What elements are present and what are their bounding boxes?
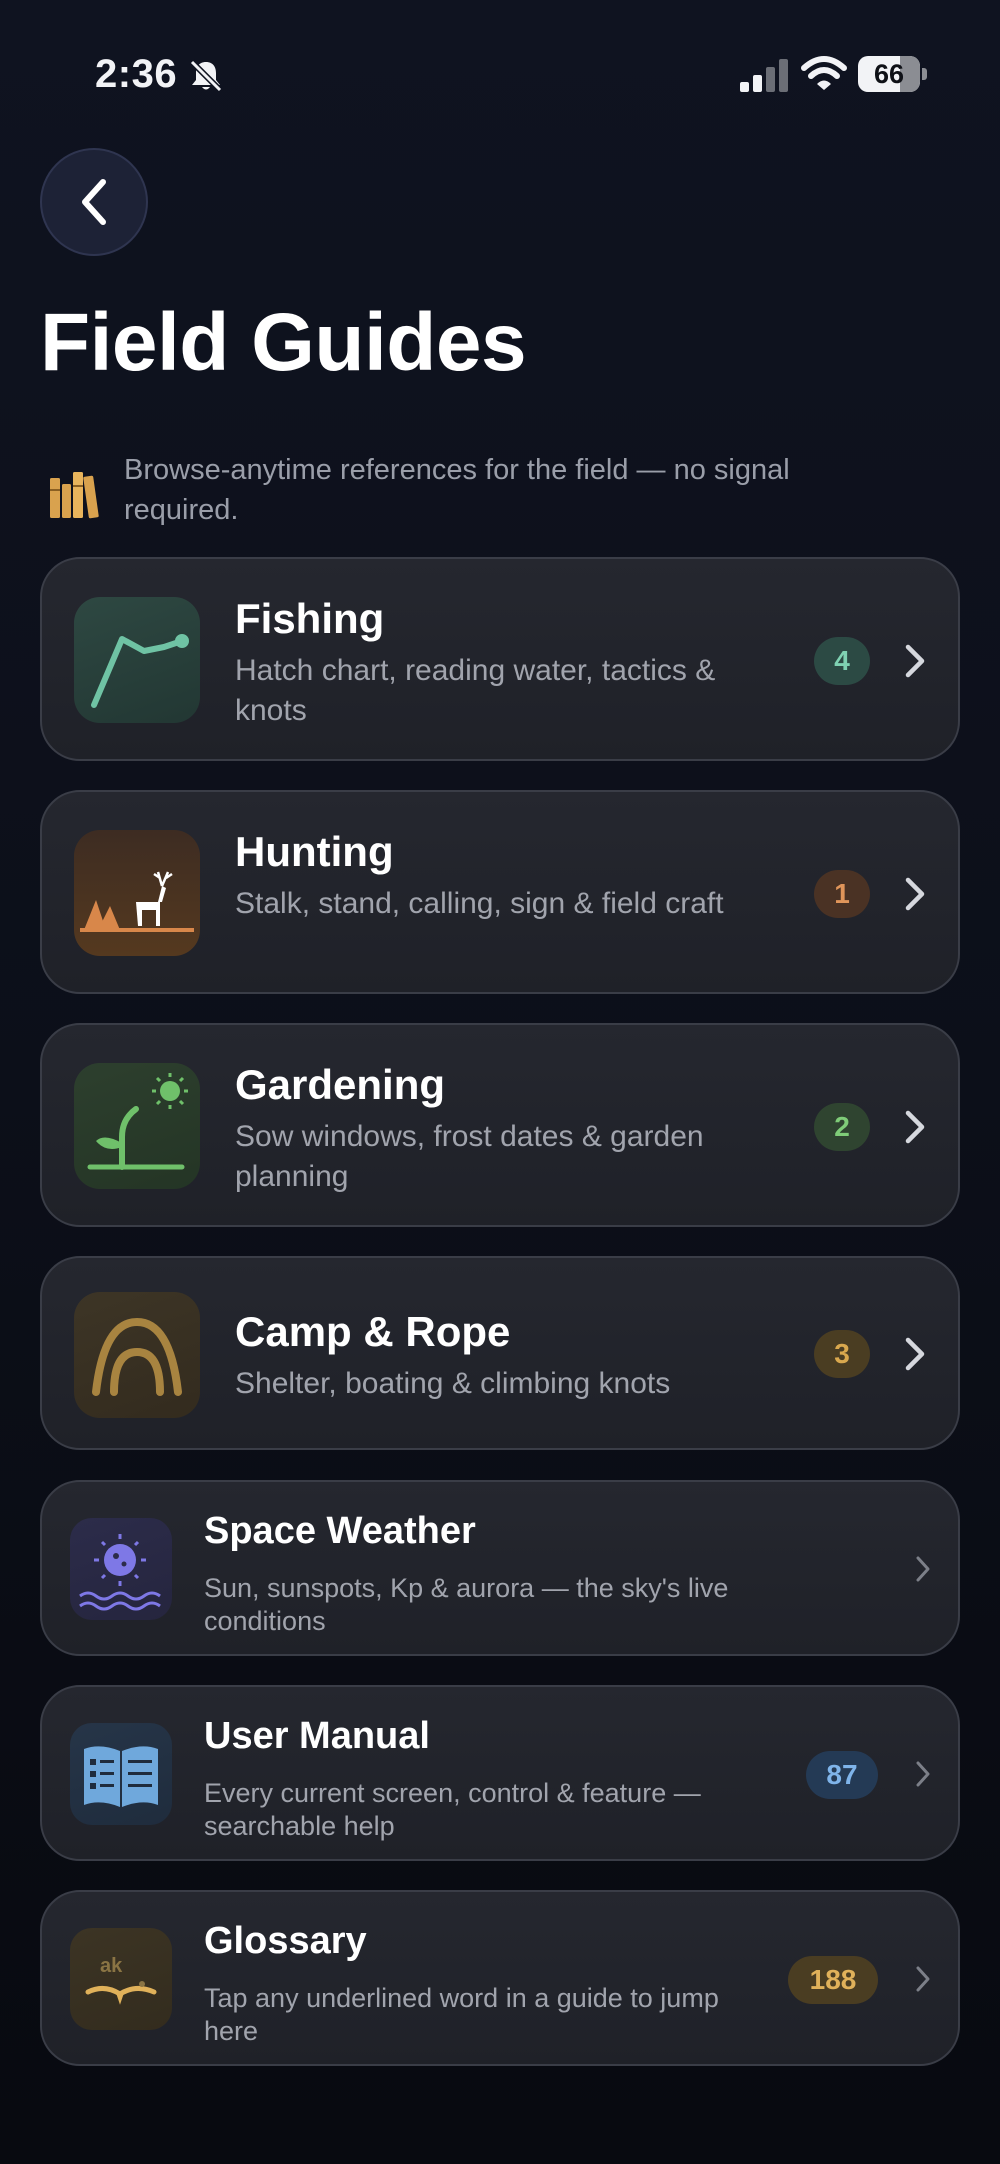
back-chevron-icon bbox=[82, 179, 106, 225]
glossary-icon-text: ak bbox=[100, 1955, 123, 1977]
manual-icon bbox=[70, 1723, 172, 1825]
guide-title: Glossary bbox=[204, 1920, 367, 1962]
guide-count-badge: 4 bbox=[814, 637, 870, 685]
guide-card-fishing[interactable]: Fishing Hatch chart, reading water, tact… bbox=[40, 557, 960, 761]
guide-card-gardening[interactable]: Gardening Sow windows, frost dates & gar… bbox=[40, 1023, 960, 1227]
page-title: Field Guides bbox=[40, 297, 527, 388]
guide-card-glossary[interactable]: ak Glossary Tap any underlined word in a… bbox=[40, 1890, 960, 2066]
guide-description: Sow windows, frost dates & garden planni… bbox=[235, 1120, 704, 1193]
hunting-icon bbox=[74, 830, 200, 956]
chevron-right-icon bbox=[916, 1556, 930, 1582]
guide-description: Tap any underlined word in a guide to ju… bbox=[204, 1983, 719, 2046]
guide-title: Hunting bbox=[235, 828, 394, 875]
guide-description: Shelter, boating & climbing knots bbox=[235, 1367, 671, 1400]
status-time: 2:36 bbox=[95, 52, 178, 96]
guide-description: Hatch chart, reading water, tactics & kn… bbox=[235, 654, 716, 727]
guide-card-user-manual[interactable]: User Manual Every current screen, contro… bbox=[40, 1685, 960, 1861]
guide-card-camp-rope[interactable]: Camp & Rope Shelter, boating & climbing … bbox=[40, 1256, 960, 1450]
bell-slash-icon bbox=[189, 59, 223, 93]
guide-title: User Manual bbox=[204, 1715, 430, 1757]
intro-note: Browse-anytime references for the field … bbox=[40, 450, 800, 540]
guide-count-badge: 188 bbox=[788, 1956, 878, 2004]
chevron-right-icon bbox=[916, 1966, 930, 1992]
glossary-icon: ak bbox=[70, 1928, 172, 2030]
chevron-right-icon bbox=[916, 1761, 930, 1787]
guide-count-badge: 87 bbox=[806, 1751, 878, 1799]
intro-text: Browse-anytime references for the field … bbox=[124, 454, 790, 526]
battery-level: 66 bbox=[873, 59, 905, 89]
guide-title: Space Weather bbox=[204, 1510, 476, 1552]
wifi-icon bbox=[801, 56, 847, 90]
guide-title: Fishing bbox=[235, 595, 385, 642]
battery-icon: 66 bbox=[858, 56, 928, 92]
guide-description: Stalk, stand, calling, sign & field craf… bbox=[235, 887, 724, 920]
books-icon bbox=[50, 472, 99, 519]
back-button[interactable] bbox=[40, 148, 148, 256]
status-bar: 2:36 66 bbox=[0, 0, 1000, 150]
chevron-right-icon bbox=[905, 1337, 925, 1371]
chevron-right-icon bbox=[905, 644, 925, 678]
guide-count-badge: 2 bbox=[814, 1103, 870, 1151]
guide-card-hunting[interactable]: Hunting Stalk, stand, calling, sign & fi… bbox=[40, 790, 960, 994]
guide-title: Camp & Rope bbox=[235, 1308, 511, 1355]
fishing-icon bbox=[74, 597, 200, 723]
rope-icon bbox=[74, 1292, 200, 1418]
signal-icon bbox=[740, 59, 788, 92]
chevron-right-icon bbox=[905, 877, 925, 911]
guide-title: Gardening bbox=[235, 1061, 446, 1108]
guide-count-badge: 1 bbox=[814, 870, 870, 918]
guide-count-badge: 3 bbox=[814, 1330, 870, 1378]
guide-card-space-weather[interactable]: Space Weather Sun, sunspots, Kp & aurora… bbox=[40, 1480, 960, 1656]
guide-description: Sun, sunspots, Kp & aurora — the sky's l… bbox=[204, 1573, 729, 1636]
guide-description: Every current screen, control & feature … bbox=[204, 1778, 701, 1841]
space-weather-icon bbox=[70, 1518, 172, 1620]
gardening-icon bbox=[74, 1063, 200, 1189]
chevron-right-icon bbox=[905, 1110, 925, 1144]
